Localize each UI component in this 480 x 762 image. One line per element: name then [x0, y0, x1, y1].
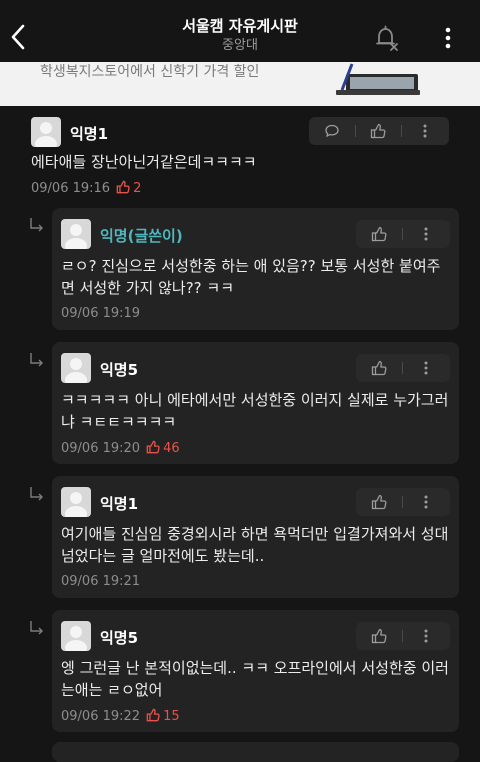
default-profile-icon: [65, 626, 87, 651]
notification-off-button[interactable]: [372, 24, 400, 52]
more-vertical-icon: [424, 629, 428, 643]
more-vertical-icon: [424, 495, 428, 509]
reply-date: 09/06 19:19: [61, 306, 141, 321]
thumbs-up-icon: [146, 708, 160, 722]
reply-author: 익명1: [100, 495, 139, 513]
ad-text: 학생복지스토어에서 신학기 가격 할인: [40, 64, 260, 80]
reply-author: 익명5: [100, 629, 139, 647]
comments-area: 익명1 에타애들 장난아닌거같은데ㅋㅋㅋㅋ 09/06 19:16 2 익명(글…: [0, 106, 480, 762]
like-button[interactable]: [356, 354, 402, 382]
tablet-keyboard-image: [336, 63, 420, 95]
default-profile-icon: [65, 358, 87, 383]
avatar: [31, 117, 61, 147]
board-title: 서울캠 자유게시판: [182, 17, 298, 35]
reply-author: 익명5: [100, 361, 139, 379]
thumbs-up-icon: [371, 226, 387, 242]
thumbs-up-icon: [146, 440, 160, 454]
speech-bubble-icon: [325, 124, 339, 137]
reply-arrow-icon: [30, 353, 43, 367]
comment-author: 익명1: [70, 125, 109, 143]
like-button[interactable]: [356, 622, 402, 650]
reply-actions: [356, 354, 450, 382]
like-count: 15: [146, 708, 180, 724]
comment-actions: [309, 117, 449, 145]
thumbs-up-icon: [371, 628, 387, 644]
reply-card: [52, 742, 459, 762]
reply-card: 익명5 엥 그런글 난 본적이없는데.. ㅋㅋ 오프라인에서 서성한중 이러는애…: [52, 610, 459, 732]
reply-date: 09/06 19:22: [61, 709, 141, 724]
reply-text: 엥 그런글 난 본적이없는데.. ㅋㅋ 오프라인에서 서성한중 이러는애는 ㄹㅇ…: [61, 659, 449, 699]
like-count: 2: [116, 180, 141, 196]
like-button[interactable]: [355, 117, 401, 145]
more-vertical-icon: [445, 27, 451, 49]
reply-date: 09/06 19:21: [61, 574, 141, 589]
comment-text: 에타애들 장난아닌거같은데ㅋㅋㅋㅋ: [31, 153, 257, 171]
like-button[interactable]: [356, 488, 402, 516]
reply-text: 여기애들 진심임 중경외시라 하면 욕먹더만 입결가져와서 성대넘었다는 글 얼…: [61, 525, 449, 565]
bell-off-icon: [376, 25, 398, 51]
default-profile-icon: [65, 224, 87, 249]
top-bar: 서울캠 자유게시판 중앙대: [0, 0, 480, 62]
reply-text: ㅋㅋㅋㅋㅋ 아니 에타에서만 서성한중 이러지 실제로 누가그러냐 ㅋㅌㅌㅋㅋㅋ…: [61, 391, 449, 431]
more-options-button[interactable]: [438, 24, 458, 52]
thumbs-up-icon: [116, 180, 130, 194]
reply-more-button[interactable]: [402, 354, 450, 382]
avatar: [61, 487, 91, 517]
ad-banner[interactable]: 학생복지스토어에서 신학기 가격 할인: [0, 62, 480, 106]
reply-arrow-icon: [30, 218, 43, 232]
reply-arrow-icon: [30, 621, 43, 635]
reply-meta: 09/06 19:22 15: [61, 708, 180, 724]
avatar: [61, 219, 91, 249]
reply-card: 익명5 ㅋㅋㅋㅋㅋ 아니 에타에서만 서성한중 이러지 실제로 누가그러냐 ㅋㅌ…: [52, 342, 459, 464]
avatar: [61, 621, 91, 651]
reply-card: 익명(글쓴이) ㄹㅇ? 진심으로 서성한중 하는 애 있음?? 보통 서성한 붙…: [52, 208, 459, 330]
reply-more-button[interactable]: [402, 622, 450, 650]
thumbs-up-icon: [371, 360, 387, 376]
reply-more-button[interactable]: [402, 220, 450, 248]
reply-text: ㄹㅇ? 진심으로 서성한중 하는 애 있음?? 보통 서성한 붙여주면 서성한 …: [61, 257, 441, 297]
comment-meta: 09/06 19:16 2: [31, 180, 141, 196]
reply-card: 익명1 여기애들 진심임 중경외시라 하면 욕먹더만 입결가져와서 성대넘었다는…: [52, 476, 459, 598]
avatar: [61, 353, 91, 383]
more-vertical-icon: [424, 227, 428, 241]
default-profile-icon: [35, 122, 57, 147]
thumbs-up-icon: [371, 494, 387, 510]
reply-actions: [356, 220, 450, 248]
default-profile-icon: [65, 492, 87, 517]
reply-actions: [356, 488, 450, 516]
reply-button[interactable]: [309, 117, 355, 145]
reply-meta: 09/06 19:21: [61, 574, 140, 589]
school-name: 중앙대: [222, 38, 258, 53]
reply-actions: [356, 622, 450, 650]
reply-meta: 09/06 19:19: [61, 306, 140, 321]
reply-arrow-icon: [30, 487, 43, 501]
reply-date: 09/06 19:20: [61, 441, 141, 456]
thumbs-up-icon: [370, 123, 386, 139]
title-area: 서울캠 자유게시판 중앙대: [0, 16, 480, 55]
more-vertical-icon: [424, 361, 428, 375]
reply-meta: 09/06 19:20 46: [61, 440, 180, 456]
comment-more-button[interactable]: [401, 117, 449, 145]
reply-author: 익명(글쓴이): [100, 227, 183, 245]
like-count: 46: [146, 440, 180, 456]
more-vertical-icon: [423, 124, 427, 138]
like-button[interactable]: [356, 220, 402, 248]
comment-date: 09/06 19:16: [31, 181, 111, 196]
reply-more-button[interactable]: [402, 488, 450, 516]
